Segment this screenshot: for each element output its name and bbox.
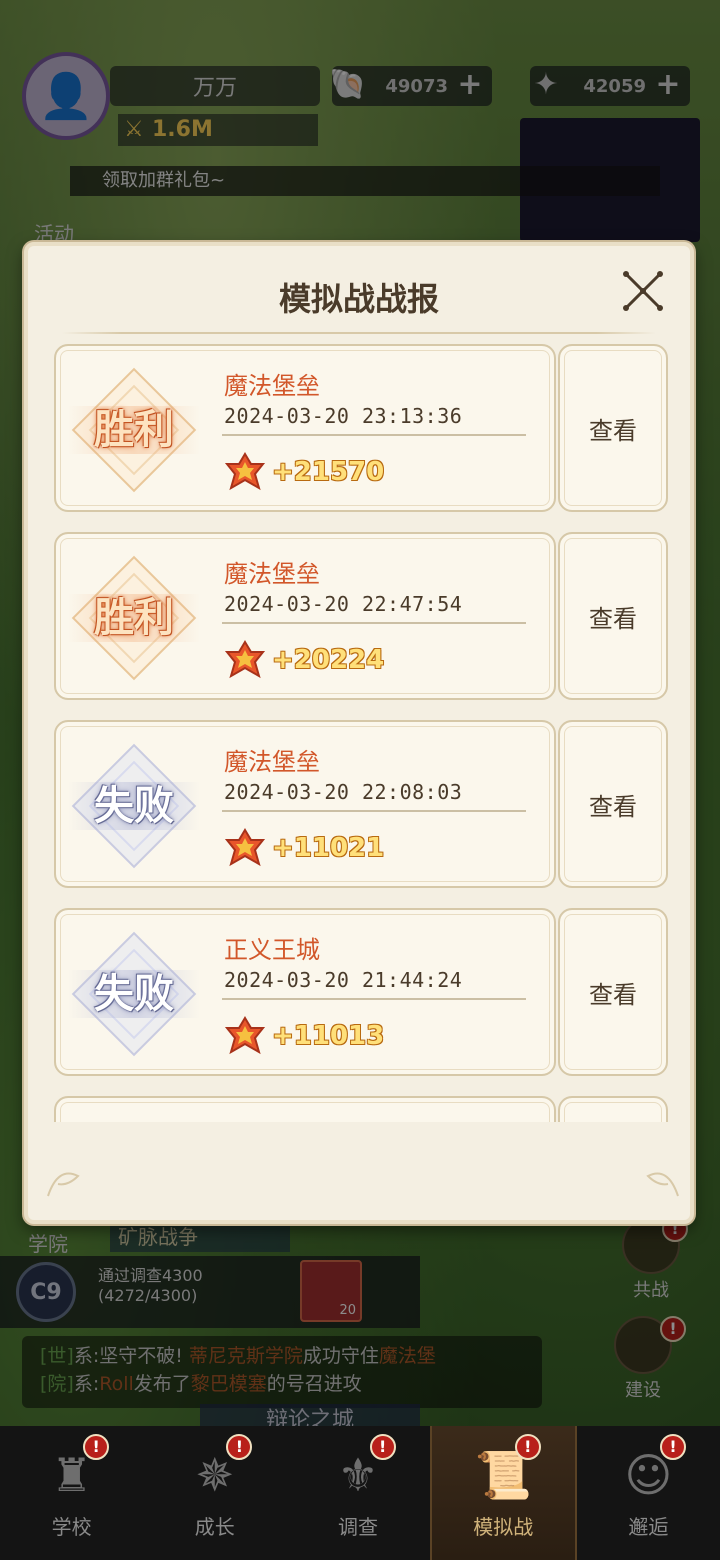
result-text: 失败: [68, 782, 200, 830]
view-button[interactable]: 查看: [558, 908, 668, 1076]
result-text: 失败: [68, 970, 200, 1018]
alert-badge: !: [226, 1434, 253, 1460]
battle-record-list[interactable]: 胜利 魔法堡垒 2024-03-20 23:13:36 +21570 查看 胜利…: [54, 344, 668, 1122]
alert-badge: !: [660, 1434, 687, 1460]
battle-time: 2024-03-20 22:47:54: [224, 592, 463, 616]
nav-investigate[interactable]: ! ⚜ 调查: [286, 1426, 429, 1560]
card-divider: [222, 622, 526, 624]
alert-badge: !: [514, 1434, 541, 1460]
battle-record-body: 失败 魔法堡垒 2024-03-20 22:08:03 +11021: [54, 720, 556, 888]
map-name: 魔法堡垒: [224, 560, 320, 588]
battle-record-body: 失败 正义王城 2024-03-20 21:44:24 +11013: [54, 908, 556, 1076]
result-badge: 胜利: [68, 362, 200, 498]
battle-time: 2024-03-20 21:44:24: [224, 968, 463, 992]
reward-medal-icon: [224, 452, 266, 491]
reward-medal-icon: [224, 1016, 266, 1055]
battle-record-body: 胜利 魔法堡垒 2024-03-20 22:47:54 +20224: [54, 532, 556, 700]
battle-record-body: 胜利 魔法堡垒 2024-03-20 23:13:36 +21570: [54, 344, 556, 512]
map-name: 魔法堡垒: [224, 372, 320, 400]
reward-value: +20224: [272, 645, 385, 675]
battle-record-body: [54, 1096, 556, 1122]
view-button[interactable]: 查看: [558, 532, 668, 700]
result-badge: 失败: [68, 926, 200, 1062]
reward-value: +11013: [272, 1021, 385, 1051]
result-text: 胜利: [68, 594, 200, 642]
reward: +11013: [222, 1014, 384, 1058]
reward-value: +21570: [272, 457, 385, 487]
battle-report-modal: 模拟战战报 胜利 魔法堡垒 2024-03-20 23:13:36 +21570…: [24, 242, 694, 1224]
reward: +11021: [222, 826, 384, 870]
nav-encounter[interactable]: ! ☺ 邂逅: [577, 1426, 720, 1560]
reward-medal-icon: [224, 828, 266, 867]
card-divider: [222, 434, 526, 436]
result-badge: 胜利: [68, 550, 200, 686]
title-divider: [62, 332, 656, 334]
map-name: 魔法堡垒: [224, 748, 320, 776]
battle-record: 胜利 魔法堡垒 2024-03-20 22:47:54 +20224 查看: [54, 532, 668, 700]
reward: +21570: [222, 450, 384, 494]
battle-record-partial: [54, 1096, 668, 1122]
nav-school[interactable]: ! ♜ 学校: [0, 1426, 143, 1560]
battle-time: 2024-03-20 23:13:36: [224, 404, 463, 428]
nav-label: 模拟战: [473, 1515, 534, 1539]
nav-simulated-battle[interactable]: ! 📜 模拟战: [429, 1426, 577, 1560]
card-divider: [222, 810, 526, 812]
result-text: 胜利: [68, 406, 200, 454]
nav-label: 邂逅: [628, 1515, 669, 1539]
result-badge: 失败: [68, 738, 200, 874]
reward-medal-icon: [224, 640, 266, 679]
view-button[interactable]: 查看: [558, 720, 668, 888]
reward: +20224: [222, 638, 384, 682]
reward-value: +11021: [272, 833, 385, 863]
close-button[interactable]: [620, 268, 666, 314]
battle-record: 胜利 魔法堡垒 2024-03-20 23:13:36 +21570 查看: [54, 344, 668, 512]
alert-badge: !: [83, 1434, 110, 1460]
nav-label: 学校: [51, 1515, 92, 1539]
bottom-nav: ! ♜ 学校 ! ✵ 成长 ! ⚜ 调查 ! 📜 模拟战 ! ☺ 邂逅: [0, 1426, 720, 1560]
nav-growth[interactable]: ! ✵ 成长: [143, 1426, 286, 1560]
view-button[interactable]: 查看: [558, 344, 668, 512]
map-name: 正义王城: [224, 936, 320, 964]
view-button[interactable]: [558, 1096, 668, 1122]
alert-badge: !: [369, 1434, 396, 1460]
modal-title: 模拟战战报: [278, 280, 439, 318]
ornament-decoration: [47, 1172, 679, 1197]
nav-label: 调查: [338, 1515, 378, 1539]
battle-record: 失败 魔法堡垒 2024-03-20 22:08:03 +11021 查看: [54, 720, 668, 888]
card-divider: [222, 998, 526, 1000]
nav-label: 成长: [194, 1515, 235, 1539]
battle-time: 2024-03-20 22:08:03: [224, 780, 463, 804]
close-icon: [623, 271, 663, 311]
battle-record: 失败 正义王城 2024-03-20 21:44:24 +11013 查看: [54, 908, 668, 1076]
